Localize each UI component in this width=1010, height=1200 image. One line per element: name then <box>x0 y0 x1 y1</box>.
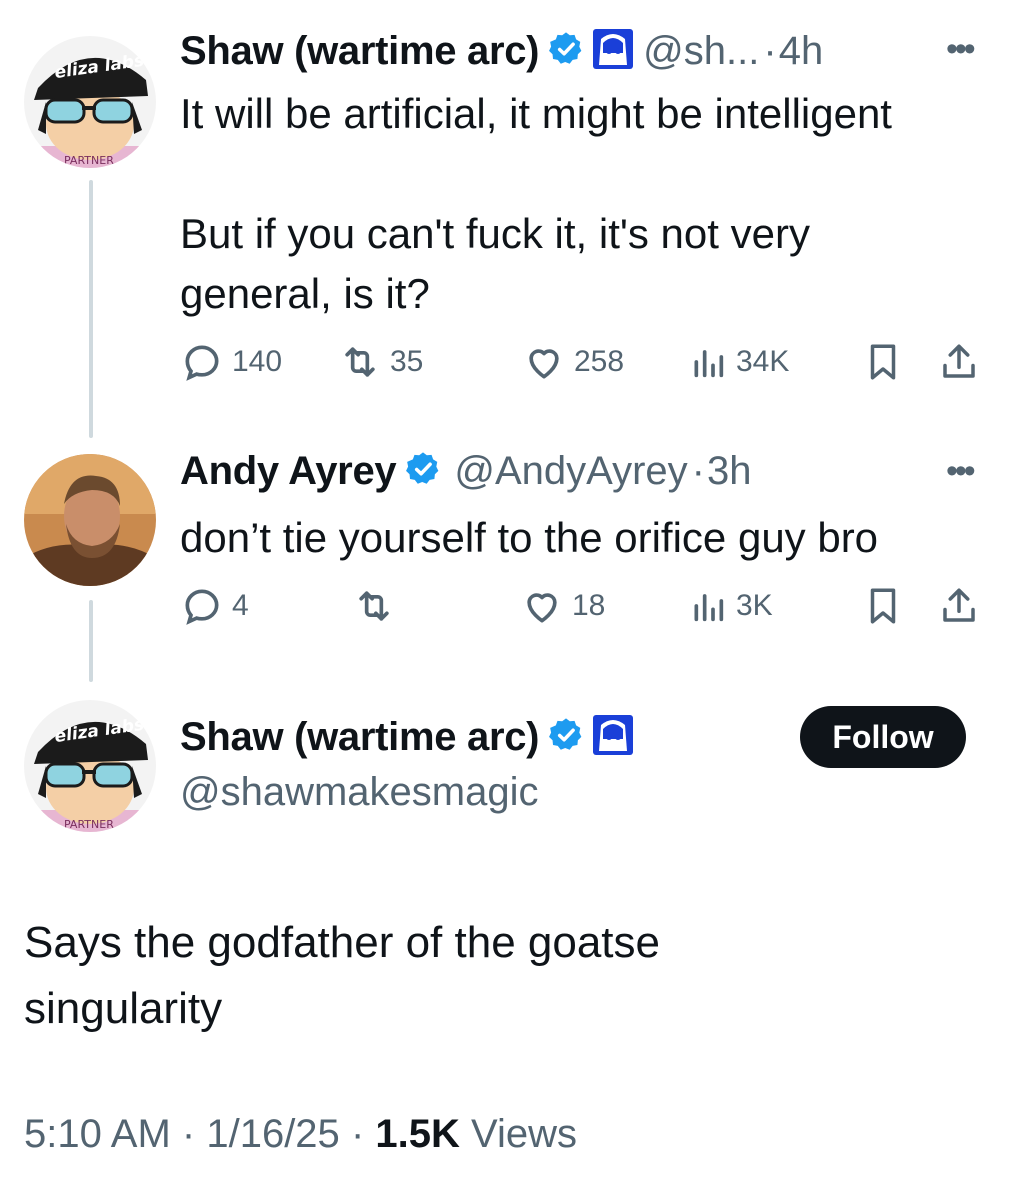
reply-icon <box>185 345 219 381</box>
views-button[interactable]: 3K <box>688 584 773 628</box>
tweet1-author-name[interactable]: Shaw (wartime arc) <box>180 29 539 74</box>
views-button[interactable]: 34K <box>688 340 789 384</box>
meta-separator: · <box>350 1112 365 1156</box>
avatar-andy-image <box>24 454 156 586</box>
reply-count: 4 <box>232 589 249 622</box>
avatar-shaw[interactable]: eliza labs PARTNER <box>24 36 156 168</box>
repost-button[interactable] <box>352 584 404 628</box>
more-icon[interactable]: ••• <box>946 452 976 491</box>
main-handle[interactable]: @shawmakesmagic <box>180 770 539 815</box>
tweet-meta: 5:10 AM · 1/16/25 · 1.5K Views <box>24 1112 577 1157</box>
like-count: 18 <box>572 589 606 622</box>
reply-button[interactable]: 4 <box>180 584 249 628</box>
views-total: 1.5K <box>375 1112 460 1156</box>
tweet1-text-line2: But if you can't fuck it, it's not very … <box>180 210 810 317</box>
views-icon <box>694 594 724 622</box>
avatar-andy[interactable] <box>24 454 156 586</box>
tweet1-actions: 140 35 258 34K <box>180 340 980 388</box>
anime-avatar-badge-icon <box>593 28 634 74</box>
tweet1-separator: · <box>763 28 777 73</box>
share-button[interactable] <box>938 340 980 384</box>
reply-button[interactable]: 140 <box>180 340 282 384</box>
views-label: Views <box>471 1112 577 1156</box>
thread-line-2 <box>89 600 93 682</box>
reply-count: 140 <box>232 345 283 378</box>
verified-badge-icon <box>404 450 442 493</box>
reply-icon <box>185 589 219 625</box>
more-icon[interactable]: ••• <box>946 30 976 69</box>
repost-button[interactable]: 35 <box>338 340 423 384</box>
avatar-shaw-main[interactable]: eliza labs PARTNER <box>24 700 156 832</box>
tweet1-time[interactable]: 4h <box>779 29 824 74</box>
meta-separator: · <box>181 1112 196 1156</box>
share-icon <box>943 588 975 622</box>
share-button[interactable] <box>938 584 980 628</box>
main-author-name[interactable]: Shaw (wartime arc) <box>180 715 539 760</box>
svg-text:PARTNER: PARTNER <box>64 818 114 831</box>
repost-count: 35 <box>390 345 424 378</box>
share-icon <box>943 344 975 378</box>
bookmark-icon <box>870 344 896 380</box>
views-icon <box>694 350 724 378</box>
tweet2-text: don’t tie yourself to the orifice guy br… <box>180 514 879 561</box>
tweet2-separator: · <box>691 448 705 493</box>
like-button[interactable]: 258 <box>522 340 624 384</box>
tweet2-actions: 4 18 3K <box>180 584 980 632</box>
bookmark-button[interactable] <box>862 340 904 384</box>
like-count: 258 <box>574 345 625 378</box>
tweet2-time[interactable]: 3h <box>707 449 752 494</box>
verified-badge-icon <box>547 30 585 73</box>
views-count: 34K <box>736 345 790 378</box>
bookmark-button[interactable] <box>862 584 904 628</box>
avatar-shaw-main-image: eliza labs PARTNER <box>24 700 156 832</box>
tweet1-text-line1: It will be artificial, it might be intel… <box>180 90 892 137</box>
anime-avatar-badge-icon <box>593 714 634 760</box>
like-icon <box>529 349 559 379</box>
thread-line-1 <box>89 180 93 438</box>
main-tweet-text: Says the godfather of the goatse singula… <box>24 918 661 1033</box>
tweet2-handle[interactable]: @AndyAyrey <box>454 449 687 494</box>
tweet-time[interactable]: 5:10 AM <box>24 1112 171 1156</box>
like-button[interactable]: 18 <box>520 584 605 628</box>
verified-badge-icon <box>547 716 585 759</box>
svg-text:PARTNER: PARTNER <box>64 154 114 167</box>
follow-button[interactable]: Follow <box>800 706 966 768</box>
repost-icon <box>345 347 375 377</box>
views-count: 3K <box>736 589 773 622</box>
tweet2-author-name[interactable]: Andy Ayrey <box>180 449 397 494</box>
avatar-shaw-image: eliza labs PARTNER <box>24 36 156 168</box>
tweet-date[interactable]: 1/16/25 <box>206 1112 339 1156</box>
repost-icon <box>359 591 389 621</box>
tweet1-handle[interactable]: @sh... <box>643 29 759 74</box>
bookmark-icon <box>870 588 896 624</box>
like-icon <box>527 593 557 623</box>
